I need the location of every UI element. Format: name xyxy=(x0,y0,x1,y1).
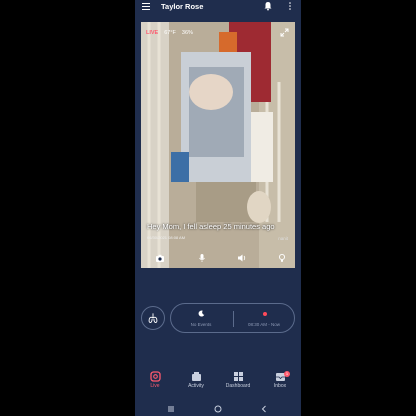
back-icon[interactable] xyxy=(259,405,269,413)
nav-label-dashboard: Dashboard xyxy=(225,383,251,389)
record-dot-icon xyxy=(263,312,267,316)
events-label: No Events xyxy=(190,322,212,327)
nightlight-icon[interactable] xyxy=(277,253,287,263)
speaker-icon[interactable] xyxy=(237,253,247,263)
top-bar: Taylor Rose xyxy=(135,0,301,14)
nav-label-inbox: Inbox xyxy=(273,383,287,389)
home-icon[interactable] xyxy=(213,405,223,413)
timestamp: 06/30/2021 08:08 AM xyxy=(147,235,186,240)
nav-dashboard[interactable]: Dashboard xyxy=(218,371,258,389)
status-row-2: No Events 08:30 AM - Now xyxy=(135,300,301,336)
system-nav-bar xyxy=(135,402,301,416)
nav-label-activity: Activity xyxy=(188,383,204,389)
live-badge: LIVE xyxy=(146,30,159,36)
nav-live[interactable]: Live xyxy=(135,371,175,389)
temperature: 67°F xyxy=(164,30,176,36)
microphone-icon[interactable] xyxy=(197,253,207,263)
time-range: 08:30 AM - Now xyxy=(247,322,280,327)
live-icon xyxy=(149,371,161,382)
bottom-nav: Live Activity Dashboard 1 Inbox xyxy=(135,368,301,400)
inbox-badge: 1 xyxy=(284,371,290,377)
camera-image xyxy=(141,22,295,268)
more-vertical-icon[interactable] xyxy=(287,1,293,11)
page-title: Taylor Rose xyxy=(161,2,204,11)
nav-inbox[interactable]: 1 Inbox xyxy=(260,371,300,389)
bell-icon[interactable] xyxy=(263,1,273,11)
expand-icon[interactable] xyxy=(280,28,289,37)
status-row: LIVE 67°F 36% xyxy=(146,30,193,36)
camera-controls xyxy=(141,248,295,268)
moon-icon xyxy=(198,310,205,317)
activity-icon xyxy=(191,372,201,381)
app-screen: Taylor Rose LIVE 67°F 36% Hey Mom, I fel… xyxy=(135,0,301,416)
nav-activity[interactable]: Activity xyxy=(176,371,216,389)
events-pill[interactable]: No Events 08:30 AM - Now xyxy=(170,303,295,333)
breathing-icon[interactable] xyxy=(141,306,165,330)
dashboard-icon xyxy=(233,372,243,381)
brand-watermark: nanit xyxy=(278,236,288,241)
camera-icon[interactable] xyxy=(155,253,165,263)
menu-icon[interactable] xyxy=(142,3,150,10)
sleep-caption: Hey Mom, I fell asleep 25 minutes ago xyxy=(147,222,275,231)
nav-label-live: Live xyxy=(150,383,160,389)
camera-view[interactable]: LIVE 67°F 36% Hey Mom, I fell asleep 25 … xyxy=(141,22,295,268)
recents-icon[interactable] xyxy=(166,405,176,413)
humidity: 36% xyxy=(181,30,193,36)
